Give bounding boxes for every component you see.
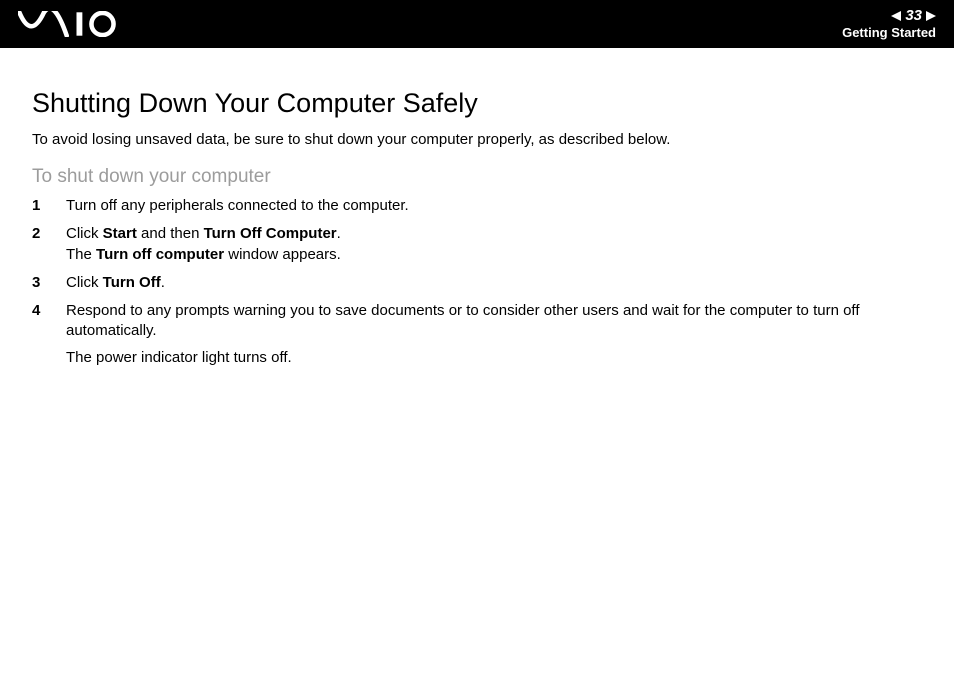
section-label: Getting Started [842, 26, 936, 40]
step-text: Respond to any prompts warning you to sa… [66, 302, 859, 339]
step-2: Click Start and then Turn Off Computer. … [32, 224, 922, 265]
subtitle: To shut down your computer [32, 166, 922, 188]
header-bar: 33 Getting Started [0, 0, 954, 48]
prev-page-icon[interactable] [891, 11, 901, 21]
step-extra: The Turn off computer window appears. [66, 245, 922, 265]
steps-list: Turn off any peripherals connected to th… [32, 196, 922, 368]
page-title: Shutting Down Your Computer Safely [32, 88, 922, 119]
next-page-icon[interactable] [926, 11, 936, 21]
step-text: Turn off any peripherals connected to th… [66, 197, 409, 214]
page-number: 33 [905, 8, 922, 25]
page-nav: 33 [842, 8, 936, 25]
intro-text: To avoid losing unsaved data, be sure to… [32, 131, 922, 148]
step-result: The power indicator light turns off. [66, 348, 922, 368]
step-text: Click Start and then Turn Off Computer. [66, 225, 341, 242]
vaio-logo [18, 9, 148, 39]
step-text: Click Turn Off. [66, 274, 165, 291]
step-3: Click Turn Off. [32, 273, 922, 293]
step-4: Respond to any prompts warning you to sa… [32, 301, 922, 368]
page-content: Shutting Down Your Computer Safely To av… [0, 48, 954, 368]
header-right: 33 Getting Started [842, 8, 936, 40]
step-1: Turn off any peripherals connected to th… [32, 196, 922, 216]
